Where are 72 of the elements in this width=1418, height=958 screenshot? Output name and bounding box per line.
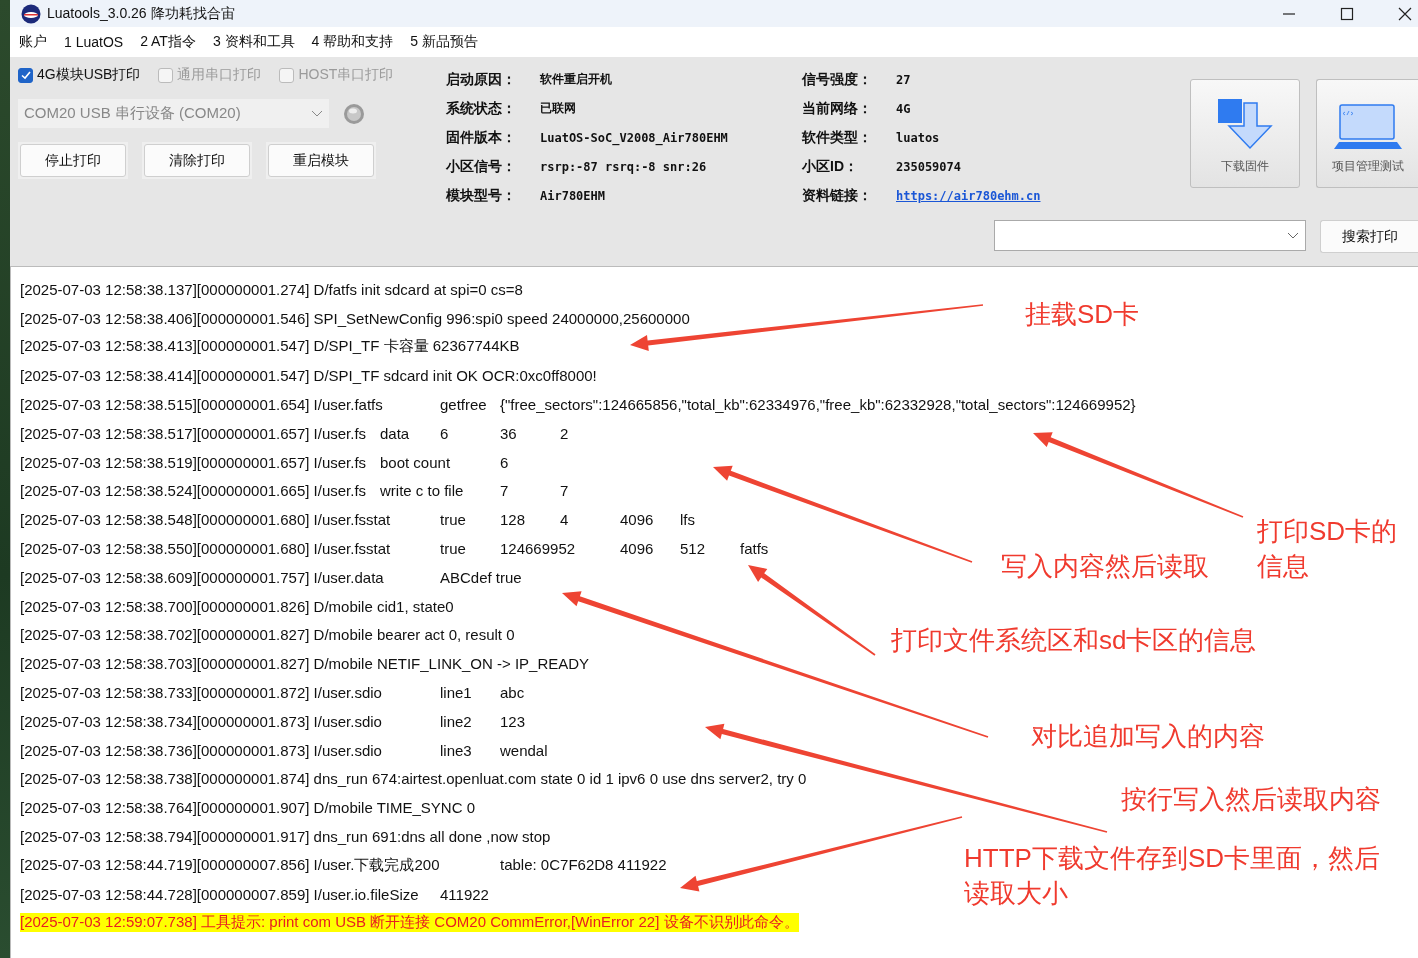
- info-value: 27: [896, 72, 912, 87]
- log-line: [2025-07-03 12:58:38.700][000000001.826] D/mobile cid1, state0: [20, 597, 454, 615]
- log-line: [2025-07-03 12:58:44.728][000000007.859] I/user.io.fileSize 411922: [20, 885, 489, 903]
- info-link[interactable]: https://air780ehm.cn: [896, 188, 1041, 203]
- info-label: 系统状态：: [446, 99, 517, 118]
- annotation-text: 打印文件系统区和sd卡区的信息: [891, 624, 1257, 657]
- download-icon: [1217, 98, 1273, 150]
- action-button[interactable]: 重启模块: [268, 144, 374, 177]
- log-line: [2025-07-03 12:58:38.517][000000001.657] I/user.fs data 6 36 2: [20, 424, 569, 442]
- info-label: 信号强度：: [802, 70, 873, 89]
- log-line: [2025-07-03 12:58:38.703][000000001.827] D/mobile NETIF_LINK_ON -> IP_READY: [20, 655, 590, 673]
- info-value: Air780EHM: [540, 188, 607, 203]
- info-label: 当前网络：: [802, 99, 873, 118]
- info-label: 小区信号：: [446, 157, 517, 176]
- info-value: 235059074: [896, 159, 963, 174]
- log-line: [2025-07-03 12:58:38.550][000000001.680] I/user.fsstat true 124669952 4096 512 fatfs: [20, 540, 769, 558]
- menu-item[interactable]: 5 新品预告: [410, 33, 478, 51]
- log-line: [2025-07-03 12:58:38.733][000000001.872] I/user.sdio line1 abc: [20, 684, 525, 702]
- info-value: 软件重启开机: [540, 71, 613, 88]
- action-button[interactable]: 停止打印: [20, 144, 126, 177]
- log-line: [2025-07-03 12:58:38.524][000000001.665] I/user.fs write c to file 7 7: [20, 482, 569, 500]
- info-value: LuatOS-SoC_V2008_Air780EHM: [540, 130, 729, 145]
- log-line: [2025-07-03 12:58:38.406][000000001.546] SPI_SetNewConfig 996:spi0 speed 24000000,25600000: [20, 309, 690, 327]
- log-line: [2025-07-03 12:58:38.734][000000001.873] I/user.sdio line2 123: [20, 712, 526, 730]
- annotation-text: HTTP下载文件存到SD卡里面，然后读取大小: [964, 842, 1381, 910]
- log-line: [2025-07-03 12:58:38.413][000000001.547] D/SPI_TF 卡容量 62367744KB: [20, 337, 520, 357]
- log-line: [2025-07-03 12:58:38.794][000000001.917] dns_run 691:dns all done ,now stop: [20, 828, 551, 846]
- chevron-down-icon: [311, 109, 323, 118]
- menu-item[interactable]: 3 资料和工具: [212, 33, 295, 51]
- annotation-text: 对比追加写入的内容: [1031, 720, 1265, 753]
- log-line: [2025-07-03 12:58:38.515][000000001.654] I/user.fatfs getfree {"free_sectors":124665856,"total_kb":62334976,"free_kb":62332928,"total_sectors":124669952}: [20, 396, 1136, 414]
- search-print-button[interactable]: 搜索打印: [1320, 220, 1418, 253]
- log-line: [2025-07-03 12:58:44.719][000000007.856] I/user.下载完成200 table: 0C7F62D8 411922: [20, 855, 667, 875]
- log-line: [2025-07-03 12:58:38.702][000000001.827] D/mobile bearer act 0, result 0: [20, 626, 515, 644]
- info-label: 资料链接：: [802, 186, 873, 205]
- info-label: 小区ID：: [802, 157, 859, 176]
- menu-item[interactable]: 账户: [19, 33, 47, 51]
- log-line: [2025-07-03 12:58:38.738][000000001.874] dns_run 674:airtest.openluat.com state 0 id 1 ipv6 0 use dns server2, try 0: [20, 770, 807, 788]
- log-line: [2025-07-03 12:58:38.519][000000001.657] I/user.fs boot count 6: [20, 453, 509, 471]
- info-label: 固件版本：: [446, 128, 517, 147]
- info-label: 模块型号：: [446, 186, 517, 205]
- info-value: 4G: [896, 101, 912, 116]
- chevron-down-icon: [1287, 231, 1299, 240]
- annotation-text: 写入内容然后读取: [1001, 550, 1209, 583]
- info-value: luatos: [896, 130, 941, 145]
- log-line: [2025-07-03 12:58:38.137][000000001.274] D/fatfs init sdcard at spi=0 cs=8: [20, 280, 523, 298]
- log-line: [2025-07-03 12:58:38.414][000000001.547] D/SPI_TF sdcard init OK OCR:0xc0ff8000!: [20, 367, 597, 385]
- annotation-text: 挂载SD卡: [1025, 298, 1140, 331]
- status-light-icon: [343, 102, 365, 125]
- tool-button[interactable]: 下载固件: [1190, 79, 1300, 188]
- log-line: [2025-07-03 12:58:38.736][000000001.873] I/user.sdio line3 wendal: [20, 741, 548, 759]
- action-button[interactable]: 清除打印: [144, 144, 250, 177]
- info-label: 软件类型：: [802, 128, 873, 147]
- info-value: rsrp:-87 rsrq:-8 snr:26: [540, 159, 708, 174]
- laptop-icon: [1332, 104, 1403, 150]
- maximize-icon[interactable]: [1340, 6, 1354, 21]
- annotation-text: 打印SD卡的信息: [1257, 515, 1399, 583]
- menu-item[interactable]: 1 LuatOS: [64, 34, 124, 50]
- checkmark-icon: [19, 69, 32, 81]
- info-label: 启动原因：: [446, 70, 517, 89]
- tool-button[interactable]: 项目管理测试: [1316, 79, 1418, 188]
- close-icon[interactable]: [1398, 6, 1412, 21]
- info-value: 已联网: [540, 100, 577, 117]
- annotation-text: 按行写入然后读取内容: [1121, 783, 1381, 816]
- window-title: Luatools_3.0.26 降功耗找合宙: [47, 4, 235, 23]
- log-line: [2025-07-03 12:58:38.609][000000001.757] I/user.data ABCdef true: [20, 568, 522, 586]
- print-option-checkbox[interactable]: 4G模块USB打印: [18, 66, 141, 84]
- menu-item[interactable]: 2 AT指令: [140, 33, 196, 51]
- log-line: [2025-07-03 12:58:38.764][000000001.907] D/mobile TIME_SYNC 0: [20, 799, 476, 817]
- log-line: [2025-07-03 12:58:38.548][000000001.680] I/user.fsstat true 128 4 4096 lfs: [20, 511, 695, 529]
- menu-item[interactable]: 4 帮助和支持: [311, 33, 394, 51]
- app-logo-icon: [21, 3, 41, 24]
